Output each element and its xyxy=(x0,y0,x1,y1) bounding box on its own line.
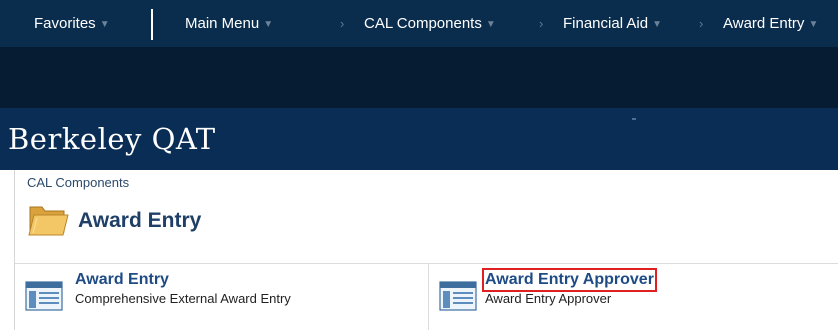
banner-title: Berkeley QAT xyxy=(8,122,216,156)
nav-cal-components[interactable]: CAL Components ▼ xyxy=(364,0,496,47)
award-entry-link[interactable]: Award Entry xyxy=(75,271,169,289)
folder-icon xyxy=(27,198,69,245)
chevron-right-icon: › xyxy=(340,16,345,31)
nav-main-menu[interactable]: Main Menu ▼ xyxy=(185,0,273,47)
branding-banner: Berkeley QAT xyxy=(0,108,838,170)
chevron-right-icon: › xyxy=(539,16,544,31)
tile-column-divider xyxy=(428,263,429,330)
chevron-down-icon: ▼ xyxy=(263,19,274,30)
nav-award-entry[interactable]: Award Entry ▼ xyxy=(723,0,818,47)
chevron-down-icon: ▼ xyxy=(652,19,662,30)
tile-award-entry-approver[interactable]: Award Entry Approver Award Entry Approve… xyxy=(439,263,838,330)
nav-financial-aid[interactable]: Financial Aid ▼ xyxy=(563,0,662,47)
banner-mark xyxy=(632,118,636,120)
nav-divider xyxy=(151,9,153,40)
chevron-down-icon: ▼ xyxy=(99,19,110,30)
chevron-down-icon: ▼ xyxy=(485,19,496,30)
nav-favorites[interactable]: Favorites ▼ xyxy=(34,0,110,47)
nav-cal-components-label: CAL Components xyxy=(364,15,482,32)
nav-financial-aid-label: Financial Aid xyxy=(563,15,649,32)
nav-main-menu-label: Main Menu xyxy=(185,15,260,32)
award-entry-approver-description: Award Entry Approver xyxy=(485,291,612,306)
breadcrumb[interactable]: CAL Components xyxy=(27,175,129,190)
nav-award-entry-label: Award Entry xyxy=(723,15,805,32)
component-page-icon xyxy=(25,281,63,316)
nav-favorites-label: Favorites xyxy=(34,15,96,32)
award-entry-description: Comprehensive External Award Entry xyxy=(75,291,291,306)
component-page-icon xyxy=(439,281,477,316)
content-area: CAL Components Award Entry Award Entry C… xyxy=(14,170,838,330)
header-band xyxy=(0,47,838,108)
tile-award-entry[interactable]: Award Entry Comprehensive External Award… xyxy=(25,263,425,330)
chevron-right-icon: › xyxy=(699,16,704,31)
chevron-down-icon: ▼ xyxy=(808,19,819,30)
top-navigation-bar: Favorites ▼ Main Menu ▼ › CAL Components ▼ … xyxy=(0,0,838,48)
award-entry-approver-link[interactable]: Award Entry Approver xyxy=(482,268,657,292)
page-title: Award Entry xyxy=(78,209,202,232)
